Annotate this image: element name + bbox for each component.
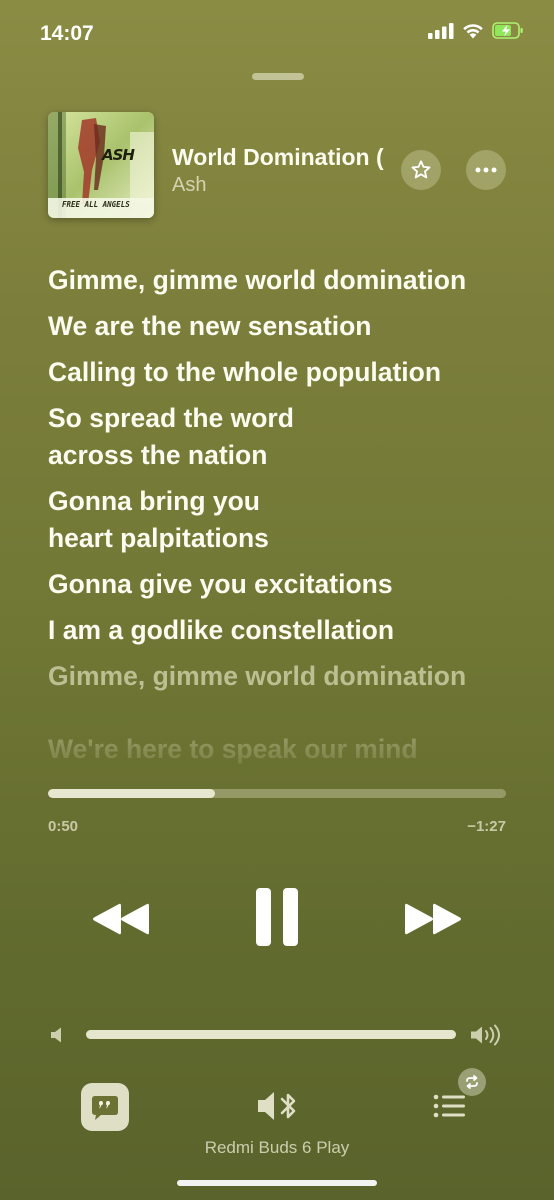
lyrics-toggle-button[interactable] bbox=[81, 1083, 129, 1131]
status-icons bbox=[428, 22, 524, 39]
more-options-button[interactable] bbox=[466, 150, 506, 190]
lyric-line[interactable]: Gonna bring you heart palpitations bbox=[48, 483, 518, 557]
bluetooth-speaker-icon bbox=[258, 1092, 296, 1120]
lyric-line-current[interactable]: Gimme, gimme world domination bbox=[48, 658, 518, 695]
repeat-icon bbox=[466, 1075, 478, 1089]
lyric-line[interactable]: I am a godlike constellation bbox=[48, 612, 518, 649]
forward-icon bbox=[405, 903, 461, 935]
signal-icon bbox=[428, 22, 454, 39]
favorite-button[interactable] bbox=[401, 150, 441, 190]
pause-button[interactable] bbox=[247, 884, 307, 950]
star-icon bbox=[411, 160, 431, 179]
lyric-line[interactable]: We are the new sensation bbox=[48, 308, 518, 345]
pause-icon bbox=[256, 888, 298, 946]
lyric-line-upcoming[interactable]: We're here to speak our mind bbox=[48, 731, 518, 768]
song-title[interactable]: World Domination ( bbox=[172, 144, 388, 171]
lyric-line[interactable]: Calling to the whole population bbox=[48, 354, 518, 391]
speaker-high-icon bbox=[471, 1024, 500, 1046]
volume-max-icon-wrap bbox=[470, 1022, 504, 1048]
backward-icon bbox=[93, 903, 149, 935]
elapsed-time: 0:50 bbox=[48, 818, 79, 835]
home-indicator[interactable] bbox=[177, 1180, 377, 1186]
output-device-label: Redmi Buds 6 Play bbox=[204, 1138, 350, 1157]
lyric-line[interactable]: Gimme, gimme world domination bbox=[48, 262, 518, 299]
repeat-badge[interactable] bbox=[458, 1068, 486, 1096]
volume-slider[interactable] bbox=[86, 1030, 456, 1039]
sheet-grabber[interactable] bbox=[252, 73, 304, 80]
list-icon bbox=[433, 1094, 465, 1118]
clock: 14:07 bbox=[40, 22, 94, 45]
status-bar: 14:07 bbox=[0, 0, 554, 60]
rewind-button[interactable] bbox=[86, 896, 154, 942]
playback-progress-fill bbox=[48, 789, 216, 798]
ellipsis-icon bbox=[475, 167, 497, 173]
album-art[interactable]: ASH FREE ALL ANGELS bbox=[48, 112, 154, 218]
wifi-icon bbox=[463, 23, 483, 38]
forward-button[interactable] bbox=[400, 896, 468, 942]
lyric-line[interactable]: So spread the word across the nation bbox=[48, 400, 518, 474]
volume-level-fill bbox=[86, 1030, 456, 1039]
album-art-logo: ASH bbox=[102, 146, 135, 164]
playback-scrubber[interactable] bbox=[48, 789, 506, 798]
battery-charging-icon bbox=[492, 22, 523, 39]
remaining-time: −1:27 bbox=[467, 818, 506, 835]
output-device-button[interactable] bbox=[255, 1086, 301, 1126]
quote-bubble-icon bbox=[92, 1096, 118, 1120]
song-artist[interactable]: Ash bbox=[172, 174, 206, 197]
speaker-low-icon bbox=[51, 1027, 61, 1043]
lyrics-panel[interactable]: Gimme, gimme world domination We are the… bbox=[48, 262, 518, 782]
lyric-line[interactable]: Gonna give you excitations bbox=[48, 566, 518, 603]
volume-min-icon-wrap bbox=[46, 1024, 68, 1046]
album-art-title: FREE ALL ANGELS bbox=[62, 200, 130, 209]
